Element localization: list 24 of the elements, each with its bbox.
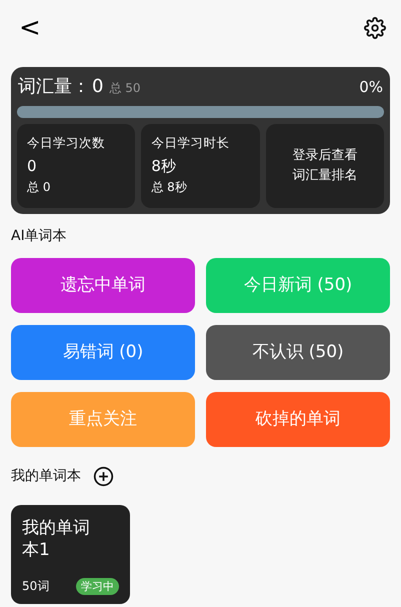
vocab-label: 词汇量： xyxy=(18,75,90,99)
vocab-percent: 0% xyxy=(359,77,383,98)
wordbook-button[interactable]: 不认识 (50) xyxy=(206,325,390,380)
stat-total: 总 0 xyxy=(27,179,52,196)
vocab-total: 总 50 xyxy=(109,80,141,97)
stat-value: 8秒 xyxy=(151,156,177,177)
stat-value: 0 xyxy=(27,156,38,177)
back-button[interactable]: < xyxy=(11,15,49,41)
wordbook-card[interactable]: 我的单词本1 50词 学习中 xyxy=(11,505,130,604)
vocab-count: 0 xyxy=(92,75,104,99)
stat-title: 今日学习次数 xyxy=(27,134,106,152)
stat-title: 今日学习时长 xyxy=(151,134,230,152)
stat-total: 总 8秒 xyxy=(151,179,188,196)
wordbook-button[interactable]: 砍掉的单词 xyxy=(206,392,390,447)
wordbook-button[interactable]: 遗忘中单词 xyxy=(11,258,195,313)
word-count: 50词 xyxy=(22,578,50,595)
status-badge: 学习中 xyxy=(76,578,119,594)
wordbook-button[interactable]: 易错词 (0) xyxy=(11,325,195,380)
login-ranking-button[interactable]: 登录后查看词汇量排名 xyxy=(266,124,384,208)
ai-section-title: AI单词本 xyxy=(11,227,68,246)
my-section-title: 我的单词本 xyxy=(11,466,81,486)
wordbook-name: 我的单词本1 xyxy=(22,517,91,561)
settings-icon[interactable] xyxy=(364,17,386,39)
add-icon[interactable] xyxy=(93,466,114,486)
